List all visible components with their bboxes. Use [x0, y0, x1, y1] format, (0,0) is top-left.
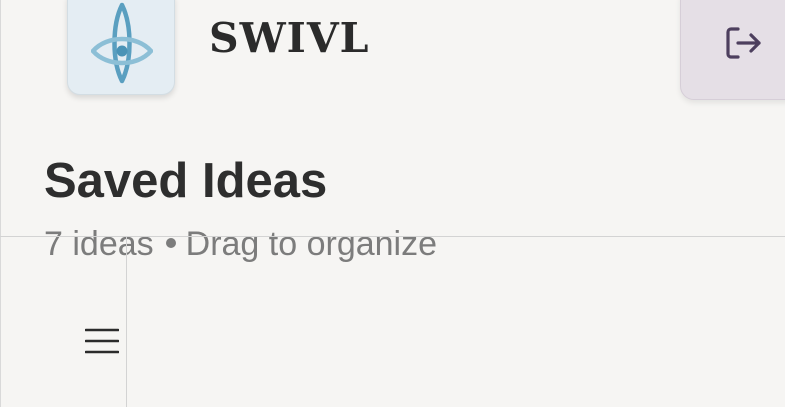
- logout-button[interactable]: [680, 0, 785, 100]
- left-border: [0, 0, 1, 407]
- page-subtitle: 7 ideas Drag to organize: [44, 222, 437, 266]
- drag-hint: Drag to organize: [185, 225, 438, 263]
- page-title: Saved Ideas: [44, 154, 328, 208]
- hamburger-menu-icon: [85, 328, 119, 354]
- horizontal-divider: [0, 236, 785, 237]
- separator-dot: [165, 238, 176, 249]
- brand-name: SWIVL: [209, 14, 370, 62]
- idea-count: 7 ideas: [44, 225, 154, 263]
- eye-diamond-icon: [91, 2, 153, 84]
- logout-icon: [726, 27, 761, 59]
- app-logo[interactable]: [67, 0, 175, 95]
- menu-toggle-button[interactable]: [76, 318, 128, 364]
